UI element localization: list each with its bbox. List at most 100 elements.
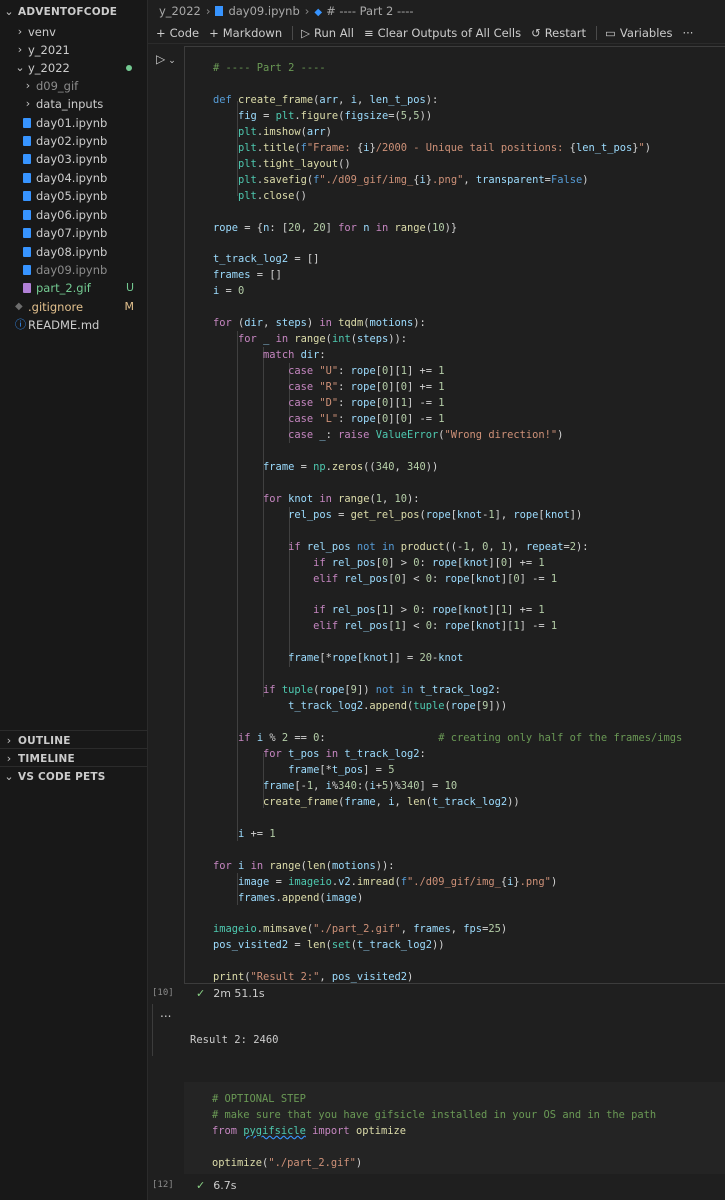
chevron-right-icon: › [17,25,23,38]
chevron-down-icon: ⌄ [4,770,14,783]
variables-label: Variables [619,26,673,40]
tree-item-label: .gitignore [28,300,84,314]
cell-duration: 2m 51.1s [213,987,265,1000]
code-editor[interactable]: # ---- Part 2 ---- def create_frame(arr,… [213,61,682,986]
cell-status: ✓ 2m 51.1s [196,987,265,1000]
code-editor[interactable]: # OPTIONAL STEP # make sure that you hav… [212,1092,656,1172]
explorer-root[interactable]: ⌄ ADVENTOFCODE [0,3,148,21]
plus-icon: + [156,26,166,40]
run-all-icon: ▷ [301,26,310,40]
notebook-icon [23,118,31,128]
clear-all-icon: ≡ [363,26,374,40]
more-actions-button[interactable]: ··· [682,22,693,44]
tree-item-day04[interactable]: day04.ipynb [0,169,148,187]
tree-item-label: day04.ipynb [36,171,108,185]
tree-item-label: day06.ipynb [36,208,108,222]
output-focus-bar [152,1004,153,1056]
tree-item-label: day05.ipynb [36,189,108,203]
tree-item-gitignore[interactable]: ◆ .gitignore M [0,298,148,316]
toolbar-divider [596,26,598,40]
cell-status: ✓ 6.7s [196,1179,236,1192]
variables-icon: ▭ [605,26,616,40]
chevron-right-icon: › [17,43,23,56]
tree-item-y2021[interactable]: › y_2021 [0,41,148,59]
tree-item-day02[interactable]: day02.ipynb [0,132,148,150]
notebook-icon [215,6,224,16]
tree-item-label: day09.ipynb [36,263,108,277]
tree-item-label: d09_gif [36,79,79,93]
restart-icon: ↺ [531,26,541,40]
git-status-badge: M [124,300,135,313]
chevron-right-icon: › [25,79,31,92]
breadcrumb-folder[interactable]: y_2022 [159,4,201,18]
clear-outputs-button[interactable]: ≡ Clear Outputs of All Cells [364,22,521,44]
code-cell[interactable]: # ---- Part 2 ---- def create_frame(arr,… [184,46,725,984]
notebook-icon [23,154,31,164]
breadcrumb-separator-icon: › [304,4,310,18]
tree-item-readme[interactable]: ⓘ README.md [0,316,148,334]
tree-item-label: venv [28,25,56,39]
explorer-root-label: ADVENTOFCODE [18,6,118,18]
image-file-icon [23,283,31,293]
tree-item-day01[interactable]: day01.ipynb [0,114,148,132]
toolbar-divider [292,26,294,40]
run-all-label: Run All [313,26,354,40]
variables-button[interactable]: ▭ Variables [605,22,672,44]
tree-item-label: day01.ipynb [36,116,108,130]
restart-label: Restart [544,26,587,40]
tree-item-day09[interactable]: day09.ipynb [0,261,148,279]
tree-item-label: y_2021 [28,43,70,57]
notebook-icon [23,210,31,220]
section-vscode-pets[interactable]: ⌄ VS CODE PETS [0,766,148,786]
tree-item-data-inputs[interactable]: › data_inputs [0,95,148,113]
tree-item-label: day08.ipynb [36,245,108,259]
tree-item-label: part_2.gif [36,281,91,295]
tree-item-part2-gif[interactable]: part_2.gif U [0,279,148,297]
section-label: VS CODE PETS [18,771,106,783]
check-icon: ✓ [196,1179,206,1192]
execution-count: [12] [152,1180,174,1190]
tree-item-day08[interactable]: day08.ipynb [0,243,148,261]
breadcrumb: y_2022 › day09.ipynb › ◆ # ---- Part 2 ---- [148,0,725,22]
output-ellipsis[interactable]: ... [160,1006,171,1020]
python-cell-icon: ◆ [314,7,323,18]
tree-item-label: y_2022 [28,61,70,75]
tree-item-day07[interactable]: day07.ipynb [0,224,148,242]
execution-count: [10] [152,988,174,998]
clear-outputs-label: Clear Outputs of All Cells [377,26,522,40]
notebook-icon [23,191,31,201]
output-text: Result 2: 2460 [190,1034,279,1046]
notebook-icon [23,265,31,275]
run-cell-button[interactable]: ▷ ⌄ [156,52,182,70]
chevron-down-icon: ⌄ [15,61,25,74]
tree-item-label: README.md [28,318,100,332]
tree-item-label: day02.ipynb [36,134,108,148]
tree-item-label: day03.ipynb [36,152,108,166]
info-icon: ⓘ [15,318,26,331]
tree-item-y2022[interactable]: ⌄ y_2022 [0,59,148,77]
breadcrumb-file[interactable]: day09.ipynb [228,4,299,18]
breadcrumb-cell[interactable]: # ---- Part 2 ---- [326,4,413,18]
tree-item-day05[interactable]: day05.ipynb [0,187,148,205]
tree-item-label: day07.ipynb [36,226,108,240]
git-status-badge: U [125,281,134,294]
section-timeline[interactable]: › TIMELINE [0,748,148,768]
add-markdown-label: Markdown [222,26,283,40]
run-all-button[interactable]: ▷ Run All [301,22,354,44]
add-code-cell-button[interactable]: + Code [156,22,199,44]
tree-item-d09-gif[interactable]: › d09_gif [0,77,148,95]
notebook-icon [23,173,31,183]
tree-item-day03[interactable]: day03.ipynb [0,150,148,168]
tree-item-day06[interactable]: day06.ipynb [0,206,148,224]
modified-dot-icon [126,65,132,71]
tree-item-label: data_inputs [36,97,104,111]
add-code-label: Code [169,26,200,40]
check-icon: ✓ [196,987,206,1000]
add-markdown-cell-button[interactable]: + Markdown [209,22,282,44]
section-outline[interactable]: › OUTLINE [0,730,148,750]
restart-button[interactable]: ↺ Restart [531,22,586,44]
chevron-down-icon: ⌄ [168,56,176,66]
tree-item-venv[interactable]: › venv [0,23,148,41]
plus-icon: + [209,26,219,40]
code-cell[interactable]: # OPTIONAL STEP # make sure that you hav… [184,1082,725,1174]
